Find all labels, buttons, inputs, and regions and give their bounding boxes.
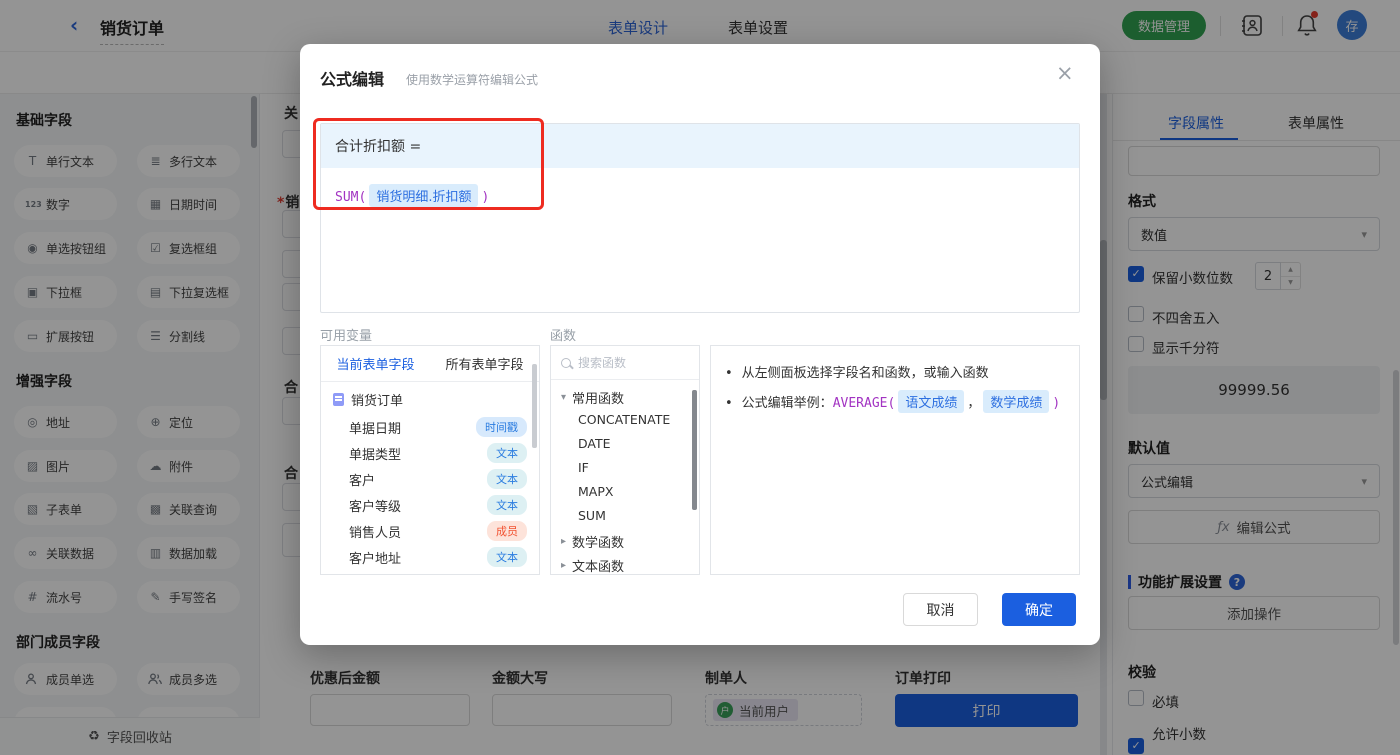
dialog-title: 公式编辑 (320, 66, 384, 90)
file-icon (333, 393, 344, 406)
type-badge: 文本 (487, 547, 527, 567)
type-badge: 时间戳 (476, 417, 527, 437)
functions-label: 函数 (550, 325, 576, 344)
hints-panel: 从左侧面板选择字段名和函数，或输入函数 公式编辑举例：AVERAGE(语文成绩，… (710, 345, 1080, 575)
function-group-text[interactable]: ▸文本函数 (561, 556, 624, 575)
variable-row[interactable]: 单据日期时间戳 (349, 417, 527, 437)
example-field-chip: 语文成绩 (898, 390, 964, 413)
example-field-chip: 数学成绩 (983, 390, 1049, 413)
type-badge: 文本 (487, 495, 527, 515)
search-icon (561, 358, 571, 368)
annotation-highlight-box (313, 118, 544, 210)
hint-example-line: 公式编辑举例：AVERAGE(语文成绩，数学成绩) (725, 390, 1060, 413)
function-item[interactable]: MAPX (578, 484, 613, 499)
type-badge: 文本 (487, 443, 527, 463)
variable-row[interactable]: 客户文本 (349, 469, 527, 489)
functions-panel: ▾常用函数 CONCATENATE DATE IF MAPX SUM ▸数学函数… (550, 345, 700, 575)
function-group-math[interactable]: ▸数学函数 (561, 532, 624, 551)
variable-tree-root[interactable]: 销货订单 (333, 390, 403, 409)
variable-row[interactable]: 单据类型文本 (349, 443, 527, 463)
variable-row[interactable]: 销售人员成员 (349, 521, 527, 541)
tab-current-form-fields[interactable]: 当前表单字段 (321, 346, 430, 381)
variable-row[interactable]: 客户等级文本 (349, 495, 527, 515)
variables-panel: 当前表单字段 所有表单字段 销货订单 单据日期时间戳 单据类型文本 客户文本 客… (320, 345, 540, 575)
chevron-right-icon: ▸ (561, 536, 566, 547)
function-item[interactable]: DATE (578, 436, 611, 451)
functions-scrollbar[interactable] (692, 390, 697, 510)
function-search-input[interactable] (578, 356, 678, 370)
tab-all-form-fields[interactable]: 所有表单字段 (430, 346, 539, 381)
cancel-button[interactable]: 取消 (903, 593, 978, 626)
close-icon[interactable]: × (1056, 61, 1074, 85)
variable-row[interactable]: 客户地址文本 (349, 547, 527, 567)
function-group-common[interactable]: ▾常用函数 (561, 388, 624, 407)
hint-line: 从左侧面板选择字段名和函数，或输入函数 (725, 362, 989, 381)
chevron-down-icon: ▾ (561, 392, 566, 403)
confirm-button[interactable]: 确定 (1002, 593, 1076, 626)
dialog-subtitle: 使用数学运算符编辑公式 (406, 71, 538, 88)
type-badge: 文本 (487, 469, 527, 489)
function-item[interactable]: IF (578, 460, 589, 475)
chevron-right-icon: ▸ (561, 560, 566, 571)
variables-label: 可用变量 (320, 325, 372, 344)
function-item[interactable]: SUM (578, 508, 606, 523)
function-item[interactable]: CONCATENATE (578, 412, 670, 427)
variables-scrollbar[interactable] (532, 364, 537, 448)
type-badge: 成员 (487, 521, 527, 541)
